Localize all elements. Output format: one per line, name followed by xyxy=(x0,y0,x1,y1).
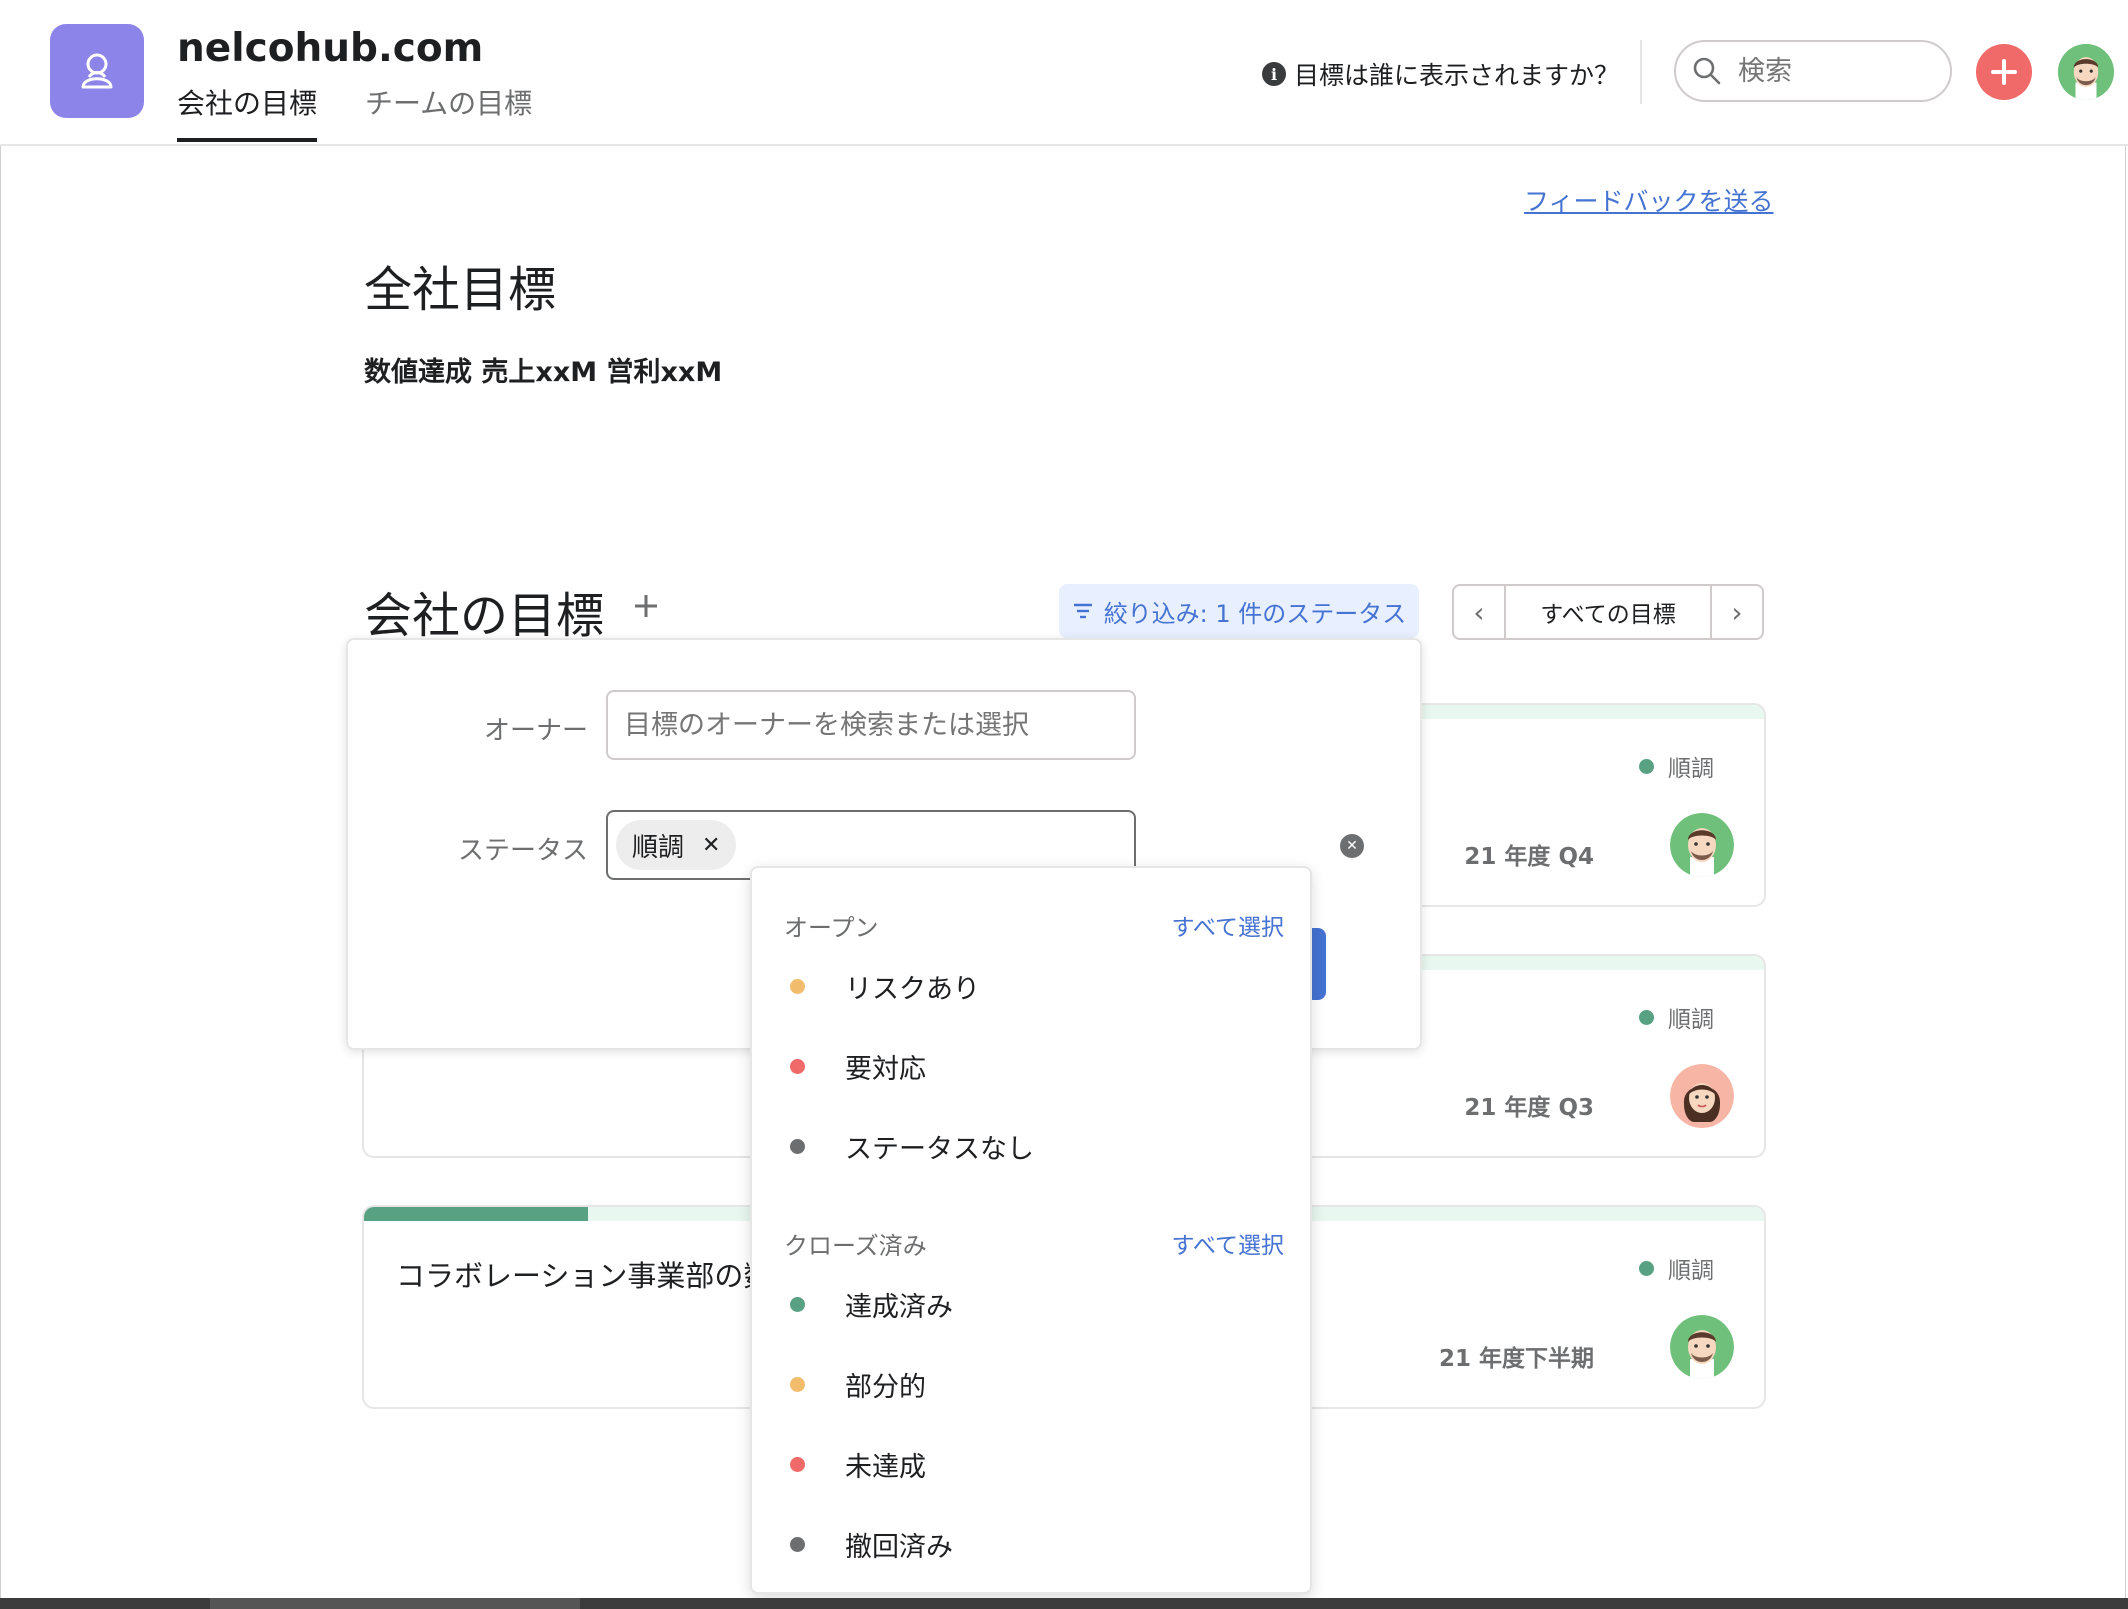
status-dot-icon xyxy=(1639,758,1654,774)
status-option-label: 達成済み xyxy=(845,1291,953,1323)
goal-owner-avatar[interactable] xyxy=(1670,813,1734,877)
goal-period: 21 年度 Q4 xyxy=(1464,844,1594,870)
org-name: nelcohub.com xyxy=(177,26,484,71)
tab-company-goals[interactable]: 会社の目標 xyxy=(177,82,318,142)
header-divider xyxy=(1640,40,1642,104)
status-dropdown: オープン すべて選択 リスクあり 要対応 ステータスなし クローズ済み すべて選… xyxy=(750,866,1312,1594)
mission-title: 全社目標 xyxy=(364,262,557,318)
owner-input[interactable] xyxy=(622,708,1106,742)
closed-group-title: クローズ済み xyxy=(784,1232,927,1260)
open-group-header: オープン すべて選択 xyxy=(784,908,1284,943)
status-dot-icon xyxy=(790,1376,805,1392)
goal-status-label: 順調 xyxy=(1668,756,1714,782)
status-option-label: 部分的 xyxy=(845,1371,926,1403)
status-option-off-track[interactable]: 要対応 xyxy=(790,1036,1270,1096)
closed-select-all-button[interactable]: すべて選択 xyxy=(1172,1226,1284,1261)
clear-status-icon[interactable]: ✕ xyxy=(1340,834,1364,858)
closed-group-header: クローズ済み すべて選択 xyxy=(784,1226,1284,1261)
info-icon: i xyxy=(1262,62,1286,86)
status-dot-icon xyxy=(790,978,805,994)
add-goal-button[interactable] xyxy=(632,584,660,630)
status-dot-icon xyxy=(790,1138,805,1154)
search-box[interactable] xyxy=(1674,40,1952,102)
man-avatar-icon xyxy=(1670,813,1734,877)
chevron-left-icon[interactable]: ‹ xyxy=(1454,586,1504,638)
status-dot-icon xyxy=(1639,1260,1654,1276)
status-dot-icon xyxy=(790,1536,805,1552)
status-option-no-status[interactable]: ステータスなし xyxy=(790,1116,1270,1176)
close-icon[interactable]: ✕ xyxy=(702,833,720,858)
goal-status-label: 順調 xyxy=(1668,1007,1714,1033)
status-dot-icon xyxy=(790,1456,805,1472)
filter-icon xyxy=(1073,603,1092,619)
horizontal-scrollbar[interactable] xyxy=(0,1598,2128,1609)
goal-status: 順調 xyxy=(1639,749,1714,783)
status-option-label: リスクあり xyxy=(845,973,980,1005)
who-sees-goals-link[interactable]: i 目標は誰に表示されますか？ xyxy=(1262,56,1619,92)
search-input[interactable] xyxy=(1736,54,1920,88)
man-avatar-icon xyxy=(1670,1315,1734,1379)
add-button[interactable] xyxy=(1976,44,2032,100)
filter-button-label: 絞り込み: 1 件のステータス xyxy=(1103,599,1407,628)
plus-icon xyxy=(1991,59,2017,85)
chevron-right-icon[interactable]: › xyxy=(1712,586,1762,638)
org-people-icon xyxy=(81,53,113,89)
mission-text: 数値達成 売上xxM 営利xxM xyxy=(364,357,723,388)
owner-label: オーナー xyxy=(483,716,588,746)
status-dot-icon xyxy=(790,1296,805,1312)
status-option-at-risk[interactable]: リスクあり xyxy=(790,956,1270,1016)
tab-team-goals[interactable]: チームの目標 xyxy=(365,82,532,142)
open-select-all-button[interactable]: すべて選択 xyxy=(1172,908,1284,943)
goal-progress-fill xyxy=(364,1207,588,1221)
send-feedback-link[interactable]: フィードバックを送る xyxy=(1524,182,1774,218)
plus-icon xyxy=(635,595,657,617)
status-option-missed[interactable]: 未達成 xyxy=(790,1434,1270,1494)
goal-tabs: 会社の目標 チームの目標 xyxy=(177,82,532,142)
goal-owner-avatar[interactable] xyxy=(1670,1064,1734,1128)
status-dot-icon xyxy=(1639,1009,1654,1025)
open-group-title: オープン xyxy=(784,914,879,942)
man-avatar-icon xyxy=(2058,44,2114,100)
status-chip-label: 順調 xyxy=(632,832,685,863)
search-icon xyxy=(1693,57,1721,85)
filter-button[interactable]: 絞り込み: 1 件のステータス xyxy=(1059,584,1419,638)
status-option-label: ステータスなし xyxy=(845,1133,1034,1165)
status-option-partial[interactable]: 部分的 xyxy=(790,1354,1270,1414)
goal-status: 順調 xyxy=(1639,1251,1714,1285)
org-logo[interactable] xyxy=(50,24,144,118)
user-avatar[interactable] xyxy=(2058,44,2114,100)
who-sees-label: 目標は誰に表示されますか？ xyxy=(1294,61,1620,90)
top-header: nelcohub.com 会社の目標 チームの目標 i 目標は誰に表示されますか… xyxy=(0,0,2128,146)
status-dot-icon xyxy=(790,1058,805,1074)
status-option-achieved[interactable]: 達成済み xyxy=(790,1274,1270,1334)
status-option-label: 撤回済み xyxy=(845,1531,953,1563)
goal-period: 21 年度下半期 xyxy=(1438,1346,1594,1372)
status-option-label: 未達成 xyxy=(845,1451,926,1483)
status-option-label: 要対応 xyxy=(845,1053,926,1085)
goal-status: 順調 xyxy=(1639,1000,1714,1034)
goal-owner-avatar[interactable] xyxy=(1670,1315,1734,1379)
status-chip: 順調 ✕ xyxy=(616,820,737,870)
goal-status-label: 順調 xyxy=(1668,1258,1714,1284)
scrollbar-thumb[interactable] xyxy=(210,1598,580,1609)
goal-pager: ‹ すべての目標 › xyxy=(1452,584,1764,640)
all-goals-button[interactable]: すべての目標 xyxy=(1504,586,1712,638)
goal-name: コラボレーション事業部の数 xyxy=(396,1259,773,1293)
woman-avatar-icon xyxy=(1670,1064,1734,1128)
status-label: ステータス xyxy=(457,836,588,866)
status-option-dropped[interactable]: 撤回済み xyxy=(790,1514,1270,1574)
section-title: 会社の目標 xyxy=(364,588,605,644)
owner-field[interactable] xyxy=(606,690,1136,760)
goal-period: 21 年度 Q3 xyxy=(1464,1095,1594,1121)
